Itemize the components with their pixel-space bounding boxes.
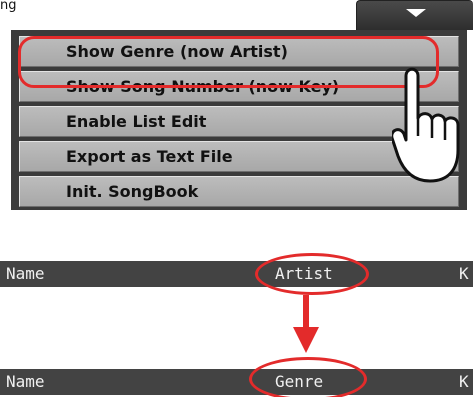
list-header-before: Name Artist K — [0, 261, 473, 287]
menu-item-label: Enable List Edit — [66, 112, 207, 131]
pointing-hand-icon — [392, 67, 460, 183]
arrow-down-icon-shaft — [303, 295, 309, 330]
column-header-name[interactable]: Name — [6, 369, 45, 395]
chevron-down-icon — [406, 9, 426, 17]
column-header-key[interactable]: K — [459, 261, 469, 287]
column-header-key[interactable]: K — [459, 369, 469, 395]
selection-highlight — [18, 36, 439, 88]
arrow-down-icon — [293, 327, 319, 353]
menu-item-label: Init. SongBook — [66, 182, 199, 201]
list-header-after: Name Genre K — [0, 369, 473, 395]
genre-highlight — [249, 357, 367, 397]
page-fragment-label: ng — [0, 0, 17, 12]
artist-highlight — [255, 253, 369, 295]
menu-dropdown-button[interactable] — [356, 0, 473, 30]
menu-item-label: Export as Text File — [66, 147, 233, 166]
column-header-name[interactable]: Name — [6, 261, 45, 287]
